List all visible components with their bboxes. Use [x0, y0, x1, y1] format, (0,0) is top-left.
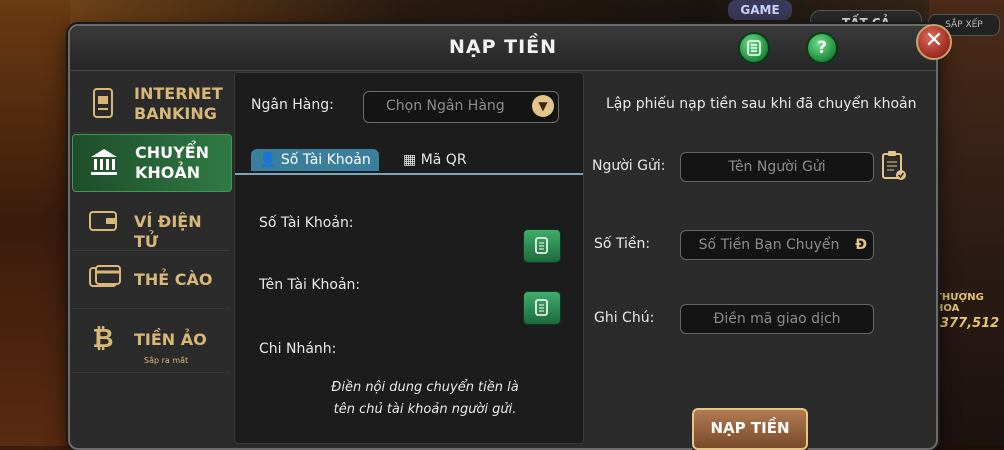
deposit-form: Lập phiếu nạp tiền sau khi đã chuyển kho… [584, 72, 932, 450]
deposit-submit-button[interactable]: NẠP TIỀN [692, 408, 808, 450]
sender-placeholder: Tên Người Gửi [728, 159, 826, 175]
amount-input[interactable]: Số Tiền Bạn Chuyển Đ [680, 230, 874, 260]
tab-label: Mã QR [420, 152, 467, 168]
sidebar-item-label: CHUYỂN KHOẢN [135, 143, 210, 182]
background-jackpot-number: 377,512 [940, 316, 1000, 331]
amount-label: Số Tiền: [594, 236, 651, 252]
wallet-icon [88, 206, 118, 236]
sidebar-item-crypto[interactable]: ₿ TIỀN ẢO Sắp ra mắt [72, 312, 230, 373]
account-number-label: Số Tài Khoản: [259, 215, 354, 231]
sidebar-item-bank-transfer[interactable]: CHUYỂN KHOẢN [72, 134, 232, 192]
sender-label: Người Gửi: [592, 158, 666, 174]
chevron-down-icon: ▼ [532, 95, 554, 117]
coming-soon-label: Sắp ra mắt [144, 356, 189, 365]
bank-select[interactable]: Chọn Ngân Hàng ▼ [363, 91, 559, 123]
bank-info-panel: Ngân Hàng: Chọn Ngân Hàng ▼ 👤 Số Tài Kho… [234, 72, 584, 444]
background-jackpot-word: THƯỢNG HOA [935, 292, 984, 314]
sidebar-item-internet-banking[interactable]: INTERNET BANKING [72, 76, 230, 133]
tab-qr-code[interactable]: ▦ Mã QR [395, 149, 475, 171]
currency-symbol: Đ [855, 237, 867, 253]
copy-icon [535, 299, 548, 316]
close-button[interactable]: ✕ [916, 24, 952, 60]
payment-method-sidebar: INTERNET BANKING CHUYỂN KHOẢN VÍ ĐIỆN TỬ… [72, 72, 232, 442]
sidebar-item-e-wallet[interactable]: VÍ ĐIỆN TỬ [72, 194, 230, 251]
sidebar-item-label: THẺ CÀO [134, 270, 213, 289]
note-label: Ghi Chú: [594, 310, 655, 326]
bitcoin-icon: ₿ [92, 324, 114, 354]
note-input[interactable]: Điền mã giao dịch [680, 304, 874, 334]
copy-icon [535, 237, 548, 254]
form-instruction: Lập phiếu nạp tiền sau khi đã chuyển kho… [606, 96, 917, 112]
amount-placeholder: Số Tiền Bạn Chuyển [698, 237, 840, 253]
background-right-decoration [929, 0, 1004, 446]
history-button[interactable] [738, 32, 770, 64]
background-game-badge: GAME [728, 0, 792, 20]
sidebar-item-label: VÍ ĐIỆN TỬ [134, 212, 202, 251]
branch-label: Chi Nhánh: [259, 341, 337, 357]
bank-card-icon [88, 88, 118, 118]
deposit-dialog: NẠP TIỀN ? ✕ INTERNET BANKING CHUYỂN KHO… [68, 24, 952, 450]
help-button[interactable]: ? [806, 32, 838, 64]
sidebar-item-scratch-card[interactable]: THẺ CÀO [72, 252, 230, 309]
bank-label: Ngân Hàng: [251, 97, 334, 113]
tab-label: Số Tài Khoản [280, 152, 371, 168]
dialog-titlebar: NẠP TIỀN ? [70, 26, 936, 71]
sidebar-item-label: TIỀN ẢO [134, 330, 207, 349]
user-icon: 👤 [259, 152, 277, 168]
background-left-decoration [0, 0, 70, 446]
qr-code-icon: ▦ [403, 152, 417, 168]
bank-building-icon [89, 147, 119, 177]
list-icon [747, 40, 761, 56]
clipboard-icon[interactable] [880, 150, 908, 182]
account-name-label: Tên Tài Khoản: [259, 277, 361, 293]
sender-input[interactable]: Tên Người Gửi [680, 152, 874, 182]
bank-select-value: Chọn Ngân Hàng [386, 98, 505, 114]
copy-account-number-button[interactable] [523, 229, 561, 263]
transfer-note-line: Điền nội dung chuyển tiền là [331, 380, 519, 395]
note-placeholder: Điền mã giao dịch [713, 311, 841, 327]
scratch-card-icon [88, 264, 121, 294]
copy-account-name-button[interactable] [523, 291, 561, 325]
transfer-note: Điền nội dung chuyển tiền là tên chủ tài… [275, 377, 575, 421]
sidebar-item-label: INTERNET BANKING [134, 84, 223, 123]
account-tabs: 👤 Số Tài Khoản ▦ Mã QR [235, 149, 583, 175]
transfer-note-line: tên chủ tài khoản người gửi. [333, 402, 517, 417]
tab-account-number[interactable]: 👤 Số Tài Khoản [251, 149, 379, 171]
